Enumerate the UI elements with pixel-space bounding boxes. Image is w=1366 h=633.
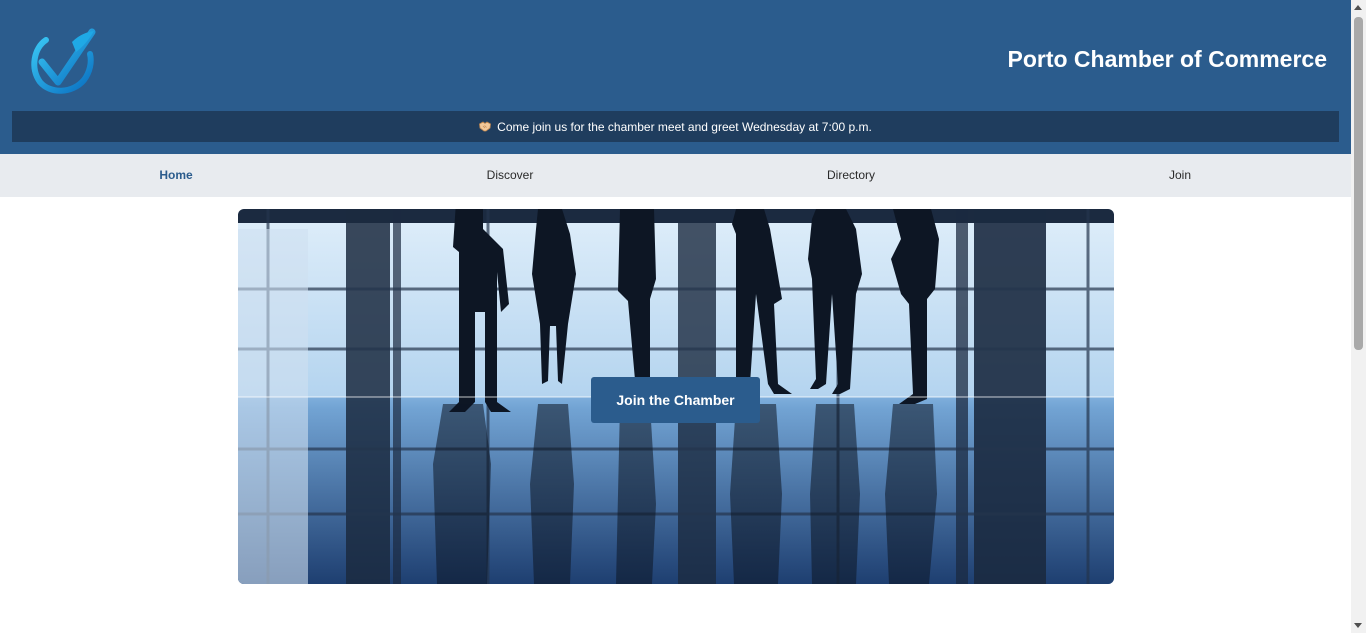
scrollbar-thumb[interactable] [1354,17,1363,350]
scroll-up-arrow-icon[interactable] [1354,5,1362,10]
announcement-banner: Come join us for the chamber meet and gr… [12,111,1339,142]
main-navigation: Home Discover Directory Join [0,154,1351,197]
hero-section: Join the Chamber [238,209,1114,584]
site-header: Porto Chamber of Commerce Come join us f… [0,0,1351,154]
scroll-down-arrow-icon[interactable] [1354,623,1362,628]
nav-item-discover[interactable]: Discover [487,154,534,197]
join-the-chamber-button[interactable]: Join the Chamber [591,377,760,423]
page: Porto Chamber of Commerce Come join us f… [0,0,1351,633]
nav-item-join[interactable]: Join [1169,154,1191,197]
vertical-scrollbar[interactable] [1351,0,1366,633]
checkmark-logo-icon[interactable] [28,28,96,96]
site-title: Porto Chamber of Commerce [1007,46,1327,72]
banner-text: Come join us for the chamber meet and gr… [497,119,872,134]
handshake-icon [479,121,492,132]
nav-item-directory[interactable]: Directory [827,154,875,197]
nav-item-home[interactable]: Home [159,154,192,197]
